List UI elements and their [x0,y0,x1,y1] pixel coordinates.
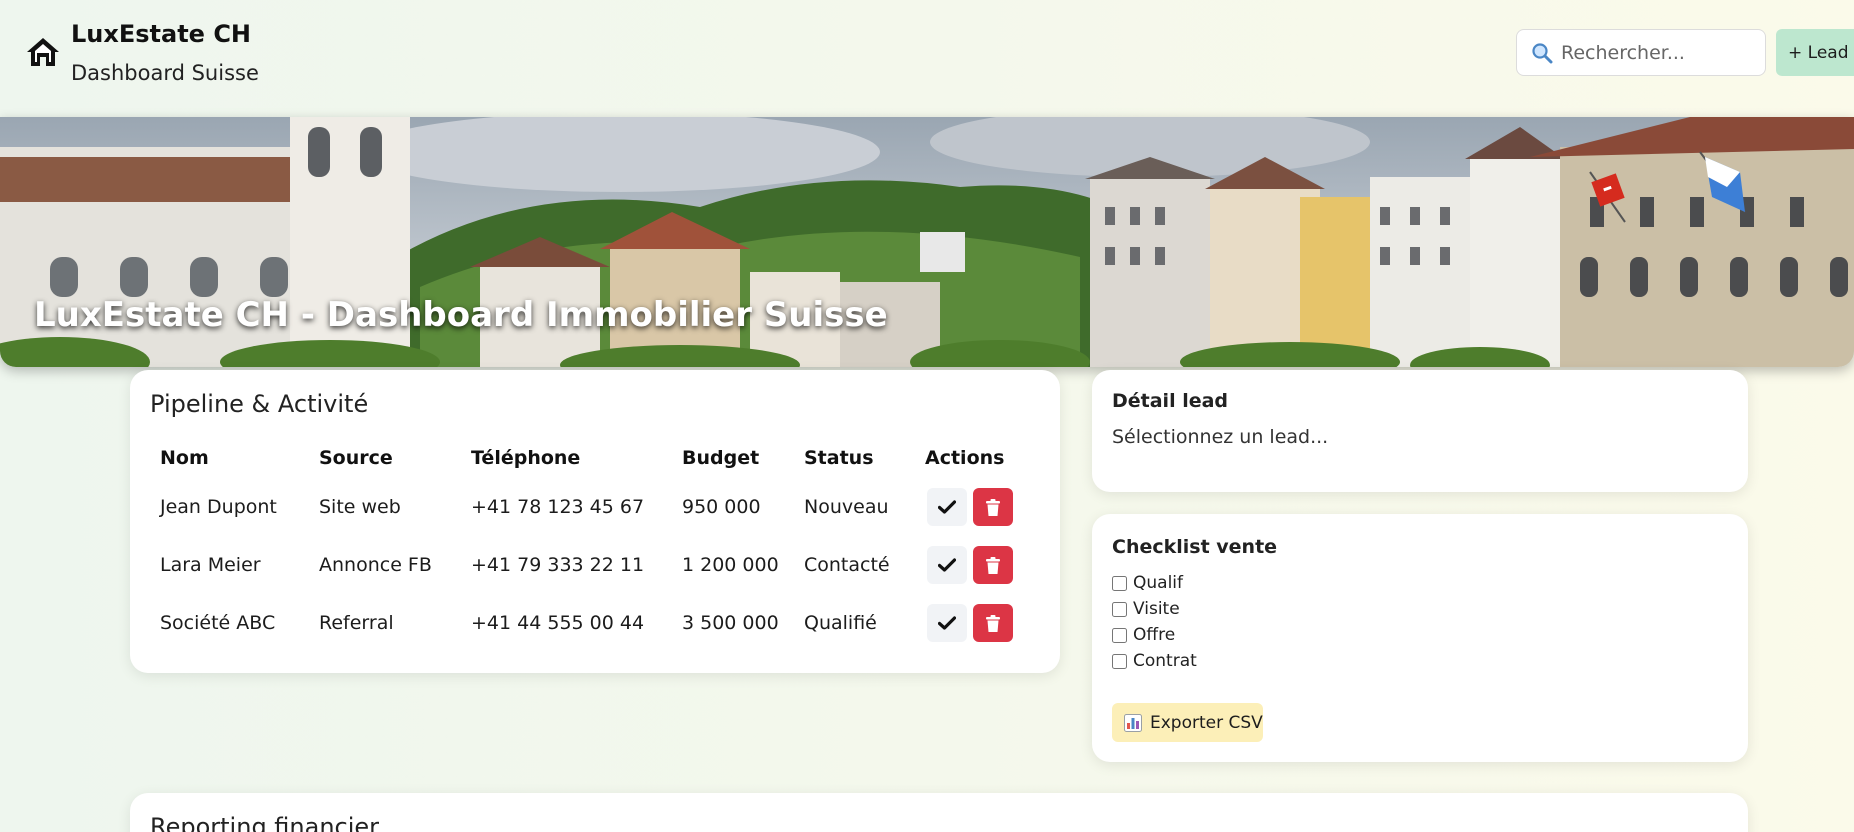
cell-budget: 1 200 000 [682,554,779,576]
delete-button[interactable] [973,604,1013,642]
checkbox-offre[interactable] [1112,627,1127,643]
cell-telephone: +41 44 555 00 44 [471,612,645,634]
checkbox-visite[interactable] [1112,601,1127,617]
delete-button[interactable] [973,546,1013,584]
cell-source: Referral [319,612,394,634]
cell-nom: Lara Meier [160,554,261,576]
cell-actions [915,594,1035,652]
checklist-item-qualif[interactable]: Qualif [1112,570,1197,596]
check-icon [938,500,956,514]
search-input[interactable] [1561,41,1741,64]
table-row[interactable]: Société ABC Referral +41 44 555 00 44 3 … [150,594,1035,652]
row-actions [925,594,1025,652]
trash-icon [986,498,1000,516]
checkbox-contrat[interactable] [1112,653,1127,669]
bar-chart-icon [1124,713,1142,732]
add-lead-button[interactable]: + Lead [1776,29,1854,76]
validate-button[interactable] [927,488,967,526]
table-row[interactable]: Jean Dupont Site web +41 78 123 45 67 95… [150,478,1035,536]
search-icon [1532,42,1553,63]
cell-status: Contacté [804,554,890,576]
sales-checklist-card: Checklist vente Qualif Visite Offre Cont… [1092,514,1748,762]
reporting-title: Reporting financier [150,813,380,832]
checklist-label: Qualif [1133,573,1184,593]
export-csv-label: Exporter CSV [1150,712,1263,733]
trash-icon [986,614,1000,632]
leads-table: Nom Source Téléphone Budget Status Actio… [150,438,1035,652]
column-header-budget: Budget [682,447,760,469]
cell-telephone: +41 78 123 45 67 [471,496,645,518]
cell-budget: 3 500 000 [682,612,779,634]
hero-title: LuxEstate CH - Dashboard Immobilier Suis… [34,295,888,335]
table-header-row: Nom Source Téléphone Budget Status Actio… [150,438,1035,478]
brand-subtitle: Dashboard Suisse [71,61,259,85]
financial-reporting-card: Reporting financier [130,793,1748,832]
validate-button[interactable] [927,604,967,642]
export-csv-button[interactable]: Exporter CSV [1112,703,1263,742]
table-row[interactable]: Lara Meier Annonce FB +41 79 333 22 11 1… [150,536,1035,594]
check-icon [938,616,956,630]
column-header-nom: Nom [160,447,209,469]
hero-banner: LuxEstate CH - Dashboard Immobilier Suis… [0,117,1854,367]
cell-telephone: +41 79 333 22 11 [471,554,645,576]
validate-button[interactable] [927,546,967,584]
pipeline-title: Pipeline & Activité [150,390,369,418]
column-header-telephone: Téléphone [471,447,581,469]
checklist-title: Checklist vente [1112,536,1278,558]
lead-detail-placeholder: Sélectionnez un lead... [1112,426,1329,448]
home-icon[interactable] [26,36,60,68]
cell-source: Annonce FB [319,554,432,576]
trash-icon [986,556,1000,574]
checklist-item-visite[interactable]: Visite [1112,596,1197,622]
cell-nom: Jean Dupont [160,496,277,518]
cell-actions [915,478,1035,536]
top-bar: LuxEstate CH Dashboard Suisse + Lead [0,0,1854,117]
pipeline-card: Pipeline & Activité Nom Source Téléphone… [130,370,1060,673]
row-actions [925,478,1025,536]
cell-source: Site web [319,496,401,518]
checkbox-qualif[interactable] [1112,575,1127,591]
cell-actions [915,536,1035,594]
cell-status: Qualifié [804,612,877,634]
lead-detail-card: Détail lead Sélectionnez un lead... [1092,370,1748,492]
checklist-item-offre[interactable]: Offre [1112,622,1197,648]
checklist-item-contrat[interactable]: Contrat [1112,648,1197,674]
column-header-source: Source [319,447,393,469]
checklist-items: Qualif Visite Offre Contrat [1112,570,1197,674]
search-box[interactable] [1516,29,1766,76]
column-header-actions: Actions [925,447,1005,469]
check-icon [938,558,956,572]
brand-title: LuxEstate CH [71,20,252,48]
lead-detail-title: Détail lead [1112,390,1229,412]
checklist-label: Offre [1133,625,1176,645]
cell-status: Nouveau [804,496,889,518]
cell-budget: 950 000 [682,496,761,518]
column-header-status: Status [804,447,874,469]
delete-button[interactable] [973,488,1013,526]
cell-nom: Société ABC [160,612,276,634]
checklist-label: Contrat [1133,651,1197,671]
checklist-label: Visite [1133,599,1180,619]
row-actions [925,536,1025,594]
